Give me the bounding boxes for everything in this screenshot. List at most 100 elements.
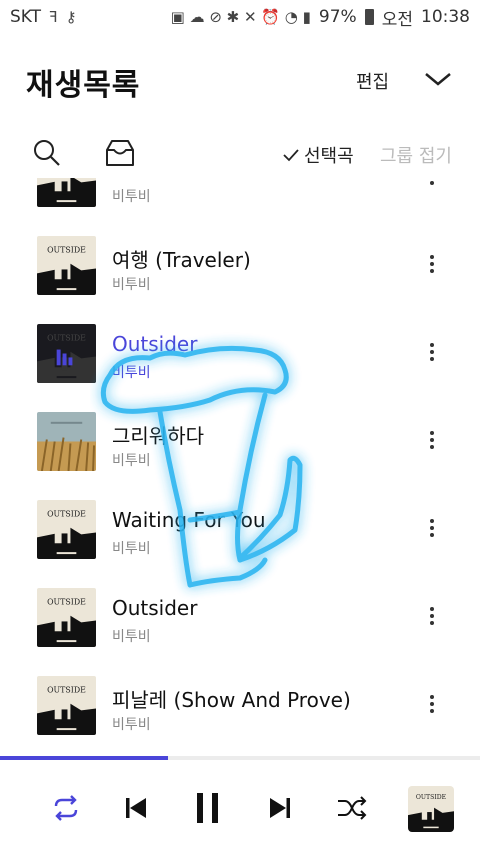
more-dot bbox=[430, 709, 434, 713]
more-vertical-icon bbox=[430, 607, 434, 611]
song-title: Outsider bbox=[112, 596, 198, 620]
album-cover-text: OUTSIDE bbox=[47, 246, 86, 255]
song-row[interactable]: OUTSIDE Outsider 비투비 bbox=[0, 574, 480, 662]
album-art: OUTSIDE bbox=[37, 676, 96, 735]
f-icon: ꟻ bbox=[49, 8, 58, 26]
more-dot bbox=[430, 533, 434, 537]
battery-percent: 97% bbox=[318, 7, 357, 27]
album-art: OUTSIDE bbox=[37, 500, 96, 559]
search-button[interactable] bbox=[32, 138, 62, 168]
more-options-button[interactable] bbox=[420, 692, 444, 720]
more-options-button[interactable] bbox=[420, 340, 444, 368]
more-dot bbox=[430, 269, 434, 273]
album-cover-text: OUTSIDE bbox=[47, 598, 86, 607]
more-vertical-icon bbox=[430, 431, 434, 435]
song-row[interactable]: 그리워하다비투비 bbox=[0, 398, 480, 486]
more-dot bbox=[430, 181, 434, 185]
more-options-button[interactable] bbox=[420, 516, 444, 544]
fold-groups-button[interactable]: 그룹 접기 bbox=[380, 142, 452, 168]
next-icon bbox=[270, 798, 290, 818]
more-dot bbox=[430, 350, 434, 354]
album-art: OUTSIDE bbox=[37, 236, 96, 295]
pause-button[interactable] bbox=[190, 790, 226, 826]
more-dot bbox=[430, 621, 434, 625]
more-options-button[interactable] bbox=[420, 178, 444, 192]
more-options-button[interactable] bbox=[420, 604, 444, 632]
album-cover-image: OUTSIDE bbox=[37, 324, 96, 383]
time-prefix: 오전 bbox=[381, 9, 413, 30]
song-row[interactable]: OUTSIDE 여행 (Traveler) 비투비 bbox=[0, 222, 480, 310]
more-dot bbox=[430, 445, 434, 449]
album-art: OUTSIDE bbox=[37, 324, 96, 383]
status-bar: SKT ꟻ ⚷ ▣ ☁ ⊘ ✱ ✕ ⏰ ◔ ▮ 97% 오전 10:38 bbox=[0, 0, 480, 34]
inbox-icon bbox=[106, 140, 134, 166]
shuffle-icon bbox=[338, 796, 367, 820]
song-title: 피날레 (Show And Prove) bbox=[112, 688, 351, 712]
playlist-toolbar: 선택곡 그룹 접기 bbox=[0, 130, 480, 178]
pause-icon bbox=[197, 793, 218, 823]
song-artist: 비투비 bbox=[112, 717, 151, 733]
more-options-button[interactable] bbox=[420, 252, 444, 280]
album-art: OUTSIDE bbox=[37, 178, 96, 207]
album-cover-text: OUTSIDE bbox=[47, 510, 86, 519]
repeat-button[interactable] bbox=[48, 790, 84, 826]
edit-button[interactable]: 편집 bbox=[356, 68, 389, 94]
more-dot bbox=[430, 262, 434, 266]
song-row[interactable]: OUTSIDE 피날레 (Show And Prove) 비투비 bbox=[0, 662, 480, 750]
more-dot bbox=[430, 357, 434, 361]
more-vertical-icon bbox=[430, 519, 434, 523]
song-row[interactable]: OUTSIDE Outsider 비투비 bbox=[0, 310, 480, 398]
shuffle-button[interactable] bbox=[334, 790, 370, 826]
album-cover-text: OUTSIDE bbox=[416, 794, 446, 801]
album-cover-image: OUTSIDE bbox=[408, 786, 454, 832]
more-dot bbox=[430, 702, 434, 706]
previous-button[interactable] bbox=[118, 790, 154, 826]
song-title: 여행 (Traveler) bbox=[112, 248, 251, 272]
album-art: OUTSIDE bbox=[37, 588, 96, 647]
repeat-icon bbox=[54, 795, 78, 821]
song-list: OUTSIDE비투비OUTSIDE여행 (Traveler)비투비OUTSIDE… bbox=[0, 178, 480, 756]
more-vertical-icon bbox=[430, 255, 434, 259]
song-artist: 비투비 bbox=[112, 541, 151, 557]
next-button[interactable] bbox=[262, 790, 298, 826]
song-title: 그리워하다 bbox=[112, 424, 204, 448]
song-row[interactable]: OUTSIDE Waiting For You 비투비 bbox=[0, 486, 480, 574]
song-row[interactable]: OUTSIDE 비투비 bbox=[0, 178, 480, 222]
song-title: Outsider bbox=[112, 332, 198, 356]
player-controls: OUTSIDE bbox=[0, 760, 480, 853]
battery-icon bbox=[364, 9, 374, 25]
more-dot bbox=[430, 526, 434, 530]
album-cover-image bbox=[37, 412, 96, 471]
song-artist: 비투비 bbox=[112, 453, 151, 469]
more-dot bbox=[430, 438, 434, 442]
select-songs-button[interactable]: 선택곡 bbox=[282, 142, 354, 168]
song-artist: 비투비 bbox=[112, 629, 151, 645]
chevron-down-icon bbox=[425, 73, 451, 86]
now-playing-album-art[interactable]: OUTSIDE bbox=[408, 786, 454, 832]
check-icon bbox=[283, 149, 299, 162]
save-to-box-button[interactable] bbox=[103, 138, 137, 168]
song-artist: 비투비 bbox=[112, 277, 151, 293]
clock: 10:38 bbox=[421, 7, 470, 27]
page-title: 재생목록 bbox=[26, 68, 141, 103]
collapse-playlist-button[interactable] bbox=[422, 66, 454, 92]
album-cover-image: OUTSIDE bbox=[37, 500, 96, 559]
notification-icons: ▣ ☁ ⊘ ✱ ✕ ⏰ ◔ ▮ bbox=[170, 8, 311, 26]
album-cover-image: OUTSIDE bbox=[37, 588, 96, 647]
more-vertical-icon bbox=[430, 343, 434, 347]
song-artist: 비투비 bbox=[112, 189, 151, 205]
more-options-button[interactable] bbox=[420, 428, 444, 456]
more-dot bbox=[430, 614, 434, 618]
album-cover-image: OUTSIDE bbox=[37, 676, 96, 735]
playlist-header: 재생목록 편집 bbox=[0, 52, 480, 108]
album-cover-image: OUTSIDE bbox=[37, 178, 96, 207]
album-cover-image: OUTSIDE bbox=[37, 236, 96, 295]
song-title: Waiting For You bbox=[112, 508, 266, 532]
key-icon: ⚷ bbox=[65, 8, 77, 26]
song-artist: 비투비 bbox=[112, 365, 151, 381]
carrier-label: SKT bbox=[10, 7, 42, 27]
album-cover-text: OUTSIDE bbox=[47, 686, 86, 695]
select-songs-label: 선택곡 bbox=[304, 146, 354, 167]
album-cover-text: OUTSIDE bbox=[47, 334, 86, 343]
previous-icon bbox=[126, 798, 146, 818]
